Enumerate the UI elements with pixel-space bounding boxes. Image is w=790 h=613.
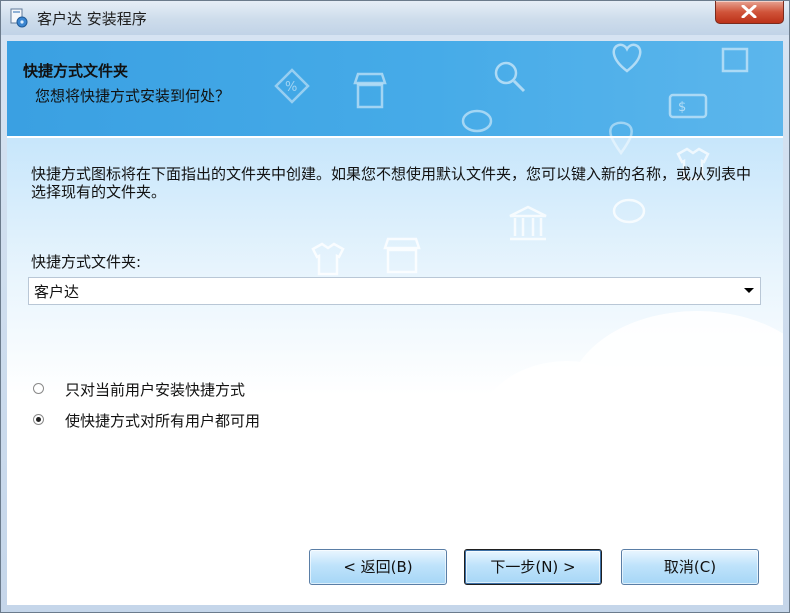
svg-text:%: % [285, 80, 297, 95]
shop-icon [382, 236, 422, 276]
svg-text:$: $ [678, 100, 686, 115]
location-pin-icon [607, 119, 635, 155]
shortcut-folder-label: 快捷方式文件夹: [31, 253, 142, 271]
chevron-down-icon[interactable] [744, 288, 754, 293]
next-button[interactable]: 下一步(N) > [464, 549, 602, 585]
radio-label: 只对当前用户安装快捷方式 [65, 381, 246, 399]
back-button[interactable]: < 返回(B) [309, 549, 447, 585]
piggy-bank-icon [457, 103, 497, 137]
combobox-value: 客户达 [34, 283, 80, 301]
radio-button[interactable] [33, 414, 44, 425]
wallet-icon: $ [667, 91, 709, 121]
shop-icon [352, 71, 388, 111]
page-title: 快捷方式文件夹 [23, 62, 129, 80]
description-text: 快捷方式图标将在下面指出的文件夹中创建。如果您不想使用默认文件夹，您可以键入新的… [31, 165, 752, 201]
bag-icon [719, 43, 751, 75]
magnifier-icon [492, 59, 528, 95]
heart-icon [607, 41, 647, 75]
close-button[interactable] [715, 1, 784, 24]
cancel-button[interactable]: 取消(C) [621, 549, 759, 585]
window-title: 客户达 安装程序 [37, 10, 147, 28]
shortcut-folder-combobox[interactable]: 客户达 [28, 277, 761, 305]
title-bar[interactable]: 客户达 安装程序 [1, 1, 789, 35]
radio-label: 使快捷方式对所有用户都可用 [65, 412, 261, 430]
page-subtitle: 您想将快捷方式安装到何处？ [35, 87, 231, 105]
radio-button[interactable] [33, 383, 44, 394]
shirt-icon [307, 241, 349, 277]
installer-icon [9, 8, 29, 28]
bank-icon [507, 204, 549, 244]
close-icon [741, 5, 757, 18]
wizard-page: % $ 快捷方式文件夹 您想将快捷方式安装到何处？ 快捷方式图标将在下面指出的文… [7, 41, 783, 605]
installer-window: 客户达 安装程序 % $ 快捷方式文件夹 您想将快捷方式安装到何处？ 快捷方式图… [0, 0, 790, 613]
percent-tag-icon: % [272, 66, 312, 106]
